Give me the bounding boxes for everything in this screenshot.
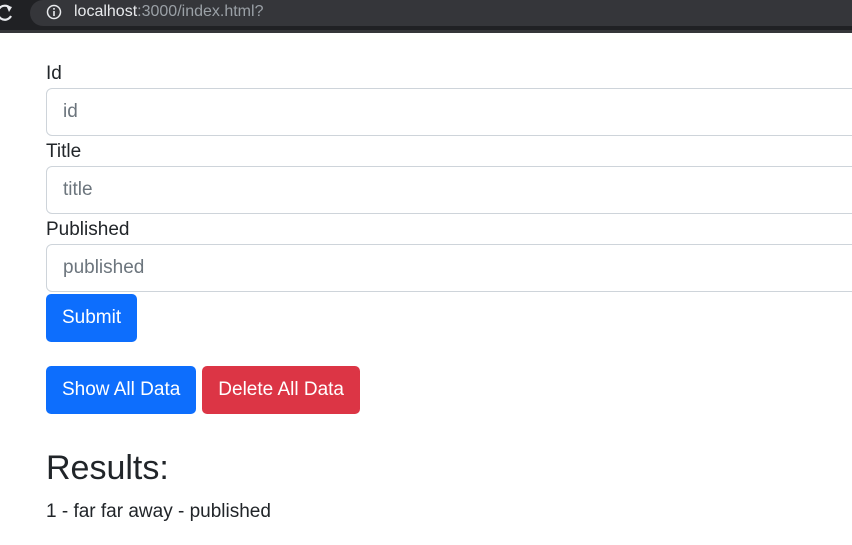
title-label: Title [46,141,82,162]
browser-toolbar: localhost:3000/index.html? [0,0,852,34]
published-label: Published [46,219,130,240]
published-input[interactable] [46,244,852,292]
data-form: Id Title Published Submit [46,60,852,342]
delete-all-data-button[interactable]: Delete All Data [202,366,360,414]
url-host: localhost [74,3,138,20]
id-label: Id [46,63,62,84]
main-content: Id Title Published Submit Show All DataD… [46,60,852,526]
action-buttons: Show All Data Delete All Data [46,366,852,414]
submit-button[interactable]: Submit [46,294,138,342]
results-heading: Results: [46,449,169,487]
browser-toolbar-background: localhost:3000/index.html? [0,0,852,33]
id-input[interactable] [46,88,852,136]
reload-icon[interactable] [0,3,18,25]
url-path: :3000/index.html? [137,3,264,20]
info-icon[interactable] [46,4,62,20]
title-input[interactable] [46,166,852,214]
show-all-data-button[interactable]: Show All Data [46,366,197,414]
result-item: 1 - far far away - published [46,501,271,522]
url-text[interactable]: localhost:3000/index.html? [74,1,263,23]
